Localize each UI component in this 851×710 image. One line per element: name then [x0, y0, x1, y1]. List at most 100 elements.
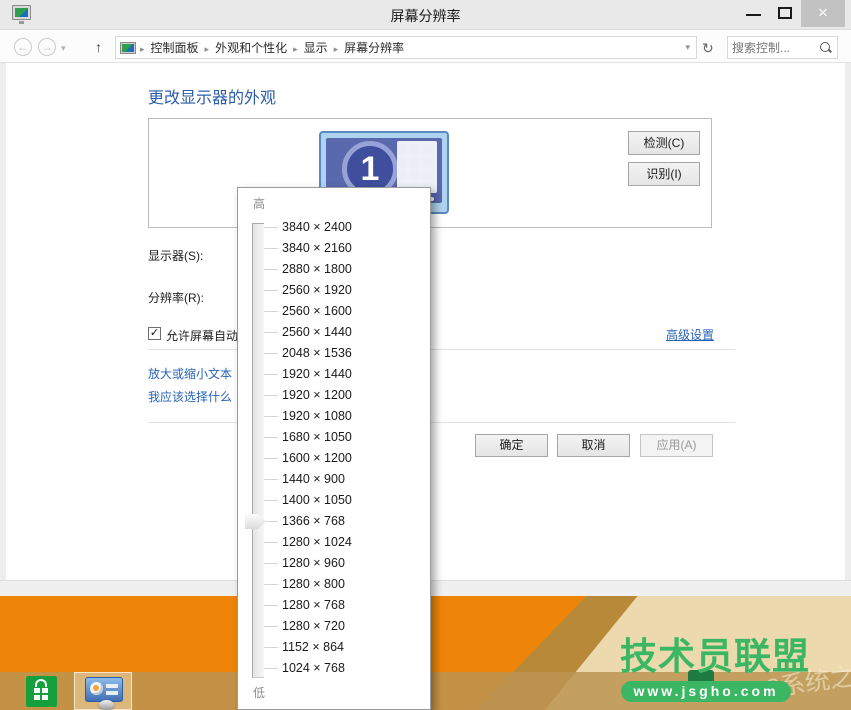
resolution-option[interactable]: 1366 × 768: [238, 511, 432, 532]
resolution-option[interactable]: 2880 × 1800: [238, 259, 432, 280]
history-chevron-icon[interactable]: ▾: [61, 43, 66, 54]
text-size-link[interactable]: 放大或缩小文本: [148, 365, 232, 382]
slider-tick: [264, 458, 278, 459]
low-label: 低: [253, 684, 265, 701]
forward-button[interactable]: →: [38, 38, 56, 56]
resolution-option[interactable]: 1280 × 800: [238, 574, 432, 595]
breadcrumb-items: ▸控制面板▸外观和个性化▸显示▸屏幕分辨率: [138, 39, 408, 56]
resolution-option[interactable]: 1920 × 1200: [238, 385, 432, 406]
windows-store-icon[interactable]: [26, 676, 57, 707]
resolution-option[interactable]: 3840 × 2160: [238, 238, 432, 259]
cancel-button[interactable]: 取消: [557, 434, 630, 457]
gauge-icon: [90, 682, 103, 695]
resolution-option-label: 2048 × 1536: [282, 346, 352, 360]
breadcrumb-separator-icon: ▸: [138, 44, 147, 54]
maximize-button[interactable]: [778, 7, 792, 19]
resolution-dropdown: 高 3840 × 24003840 × 2160 2880 × 1800 2560 …: [237, 187, 431, 710]
resolution-option-label: 1280 × 768: [282, 598, 345, 612]
detect-button[interactable]: 检测(C): [628, 131, 700, 155]
slider-tick: [264, 353, 278, 354]
slider-tick: [264, 668, 278, 669]
search-box: [727, 36, 838, 59]
slider-tick: [264, 584, 278, 585]
resolution-option[interactable]: 2048 × 1536: [238, 343, 432, 364]
close-button[interactable]: ×: [801, 0, 845, 27]
resolution-option[interactable]: 1280 × 1024: [238, 532, 432, 553]
mouse-icon: [99, 700, 114, 710]
resolution-list: 3840 × 24003840 × 2160 2880 × 1800 2560 × …: [238, 217, 432, 679]
address-chevron-icon[interactable]: ▾: [685, 42, 690, 53]
page-title: 更改显示器的外观: [148, 84, 276, 108]
up-button[interactable]: ↑: [95, 39, 102, 55]
ok-button[interactable]: 确定: [475, 434, 548, 457]
display-settings-icon: [85, 677, 123, 702]
resolution-option[interactable]: 1400 × 1050: [238, 490, 432, 511]
resolution-option[interactable]: 1920 × 1440: [238, 364, 432, 385]
resolution-option[interactable]: 2560 × 1600: [238, 301, 432, 322]
resolution-option-label: 1920 × 1080: [282, 409, 352, 423]
watermark-url: www.jsgho.com: [621, 681, 791, 702]
breadcrumb-item[interactable]: 外观和个性化: [211, 41, 291, 55]
refresh-icon[interactable]: ↻: [702, 40, 714, 57]
resolution-option-label: 1024 × 768: [282, 661, 345, 675]
breadcrumb-item[interactable]: 显示: [300, 41, 332, 55]
slider-tick: [264, 605, 278, 606]
resolution-option-label: 1440 × 900: [282, 472, 345, 486]
slider-tick: [264, 479, 278, 480]
resolution-option-label: 1920 × 1200: [282, 388, 352, 402]
breadcrumb-separator-icon: ▸: [332, 44, 341, 54]
resolution-option[interactable]: 2560 × 1920: [238, 280, 432, 301]
resolution-option-label: 2880 × 1800: [282, 262, 352, 276]
search-icon[interactable]: [819, 41, 833, 55]
navigation-bar: ← → ▾ ↑ ▸控制面板▸外观和个性化▸显示▸屏幕分辨率 ▾ ↻: [0, 31, 851, 63]
resolution-option[interactable]: 1600 × 1200: [238, 448, 432, 469]
slider-tick: [264, 542, 278, 543]
breadcrumb-item[interactable]: 控制面板: [147, 41, 203, 55]
resolution-option-label: 1400 × 1050: [282, 493, 352, 507]
resolution-option-label: 1920 × 1440: [282, 367, 352, 381]
resolution-option[interactable]: 1280 × 960: [238, 553, 432, 574]
resolution-option[interactable]: 1280 × 720: [238, 616, 432, 637]
slider-tick: [264, 626, 278, 627]
start-tiles-icon: [397, 141, 437, 193]
slider-tick: [264, 521, 278, 522]
identify-button[interactable]: 识别(I): [628, 162, 700, 186]
slider-tick: [264, 416, 278, 417]
advanced-settings-link[interactable]: 高级设置: [666, 326, 714, 343]
breadcrumb-separator-icon: ▸: [203, 44, 212, 54]
taskbar-button-display-settings[interactable]: [74, 672, 132, 710]
resolution-option-label: 2560 × 1920: [282, 283, 352, 297]
window-title: 屏幕分辨率: [0, 6, 851, 26]
watermark-title: 技术员联盟: [620, 638, 810, 675]
resolution-option[interactable]: 1680 × 1050: [238, 427, 432, 448]
help-link[interactable]: 我应该选择什么: [148, 388, 232, 405]
search-input[interactable]: [728, 41, 819, 55]
minimize-button[interactable]: [746, 14, 761, 16]
breadcrumb-item[interactable]: 屏幕分辨率: [340, 41, 408, 55]
resolution-option[interactable]: 2560 × 1440: [238, 322, 432, 343]
resolution-option-label: 1152 × 864: [282, 640, 344, 654]
resolution-option[interactable]: 1024 × 768: [238, 658, 432, 679]
resolution-label: 分辨率(R):: [148, 289, 204, 306]
slider-tick: [264, 374, 278, 375]
slider-tick: [264, 248, 278, 249]
breadcrumb: ▸控制面板▸外观和个性化▸显示▸屏幕分辨率 ▾: [115, 36, 697, 59]
resolution-option-label: 1280 × 960: [282, 556, 345, 570]
resolution-option[interactable]: 1920 × 1080: [238, 406, 432, 427]
display-label: 显示器(S):: [148, 247, 203, 264]
back-button[interactable]: ←: [14, 38, 32, 56]
resolution-option-label: 2560 × 1440: [282, 325, 352, 339]
auto-rotate-label: 允许屏幕自动: [166, 327, 238, 344]
resolution-option-label: 1366 × 768: [282, 514, 345, 528]
titlebar: 屏幕分辨率 ×: [0, 0, 851, 30]
slider-tick: [264, 332, 278, 333]
resolution-option[interactable]: 1280 × 768: [238, 595, 432, 616]
resolution-option[interactable]: 3840 × 2400: [238, 217, 432, 238]
resolution-option-label: 1280 × 720: [282, 619, 345, 633]
resolution-option[interactable]: 1440 × 900: [238, 469, 432, 490]
auto-rotate-checkbox[interactable]: ✓: [148, 327, 161, 340]
slider-tick: [264, 563, 278, 564]
resolution-option-label: 1280 × 800: [282, 577, 345, 591]
high-label: 高: [253, 195, 265, 212]
resolution-option[interactable]: 1152 × 864: [238, 637, 432, 658]
